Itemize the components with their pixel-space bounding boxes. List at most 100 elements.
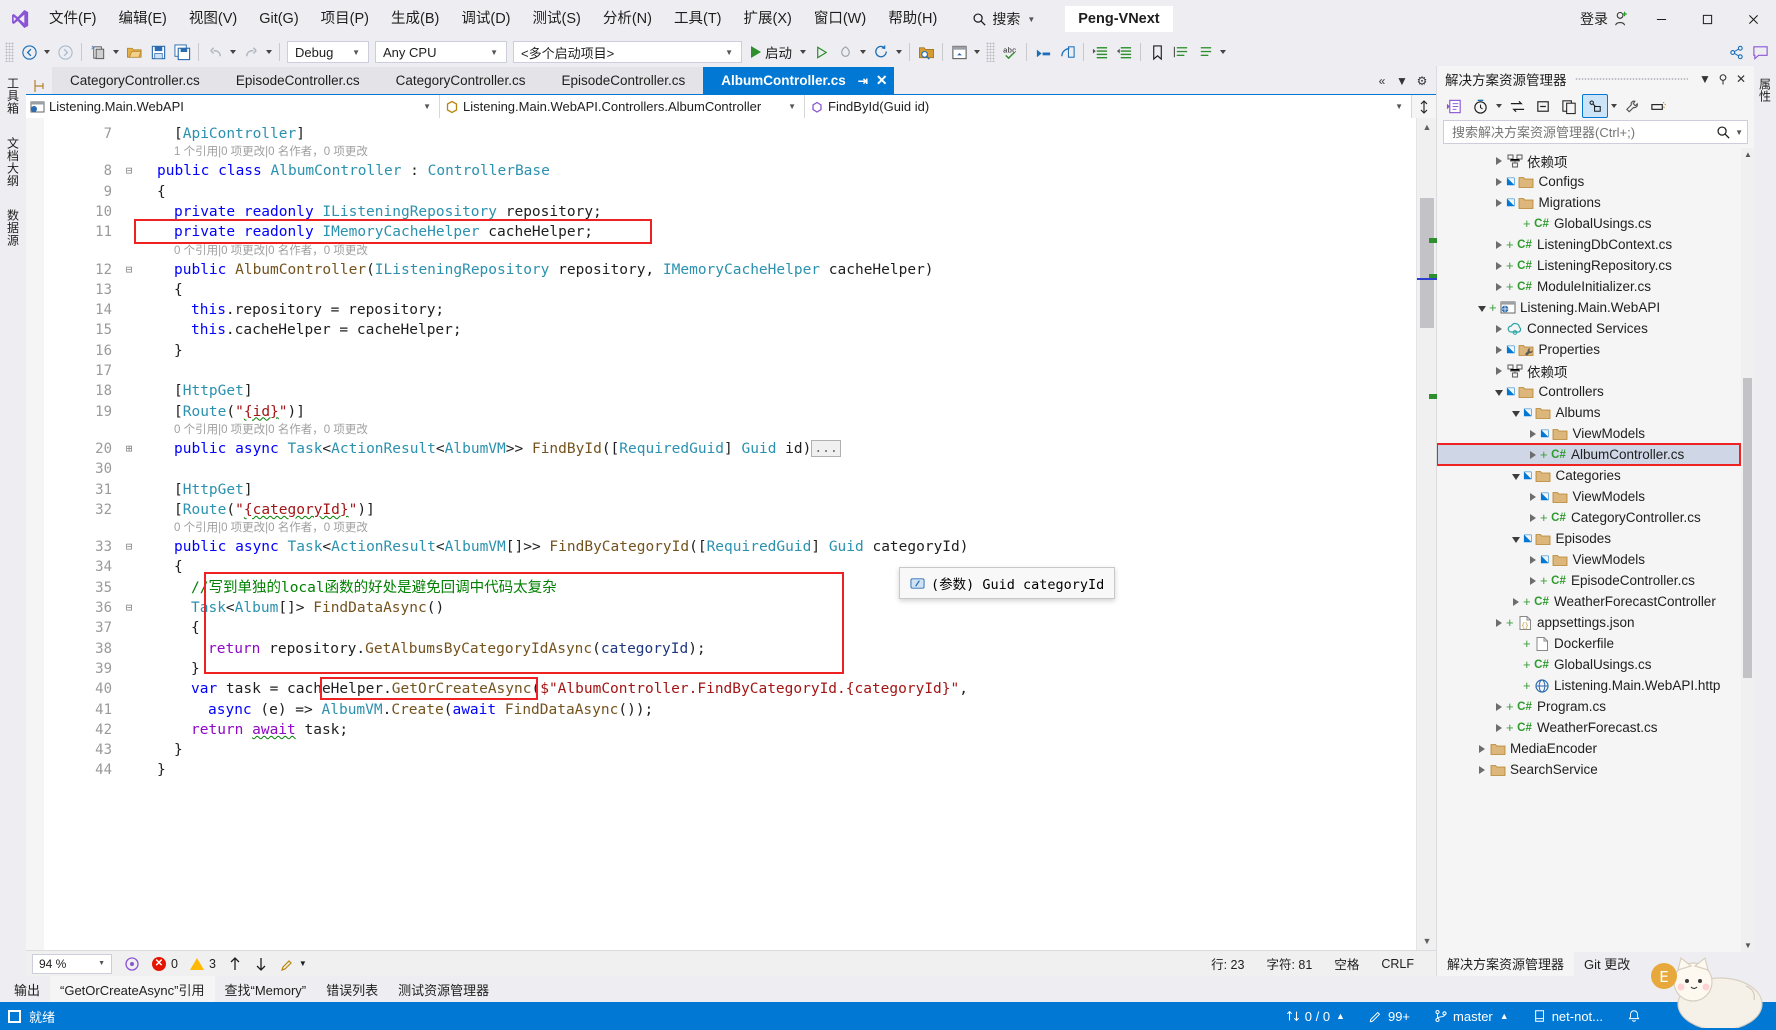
tree-expand-arrow-icon-closed[interactable] (1526, 577, 1540, 585)
code-line[interactable]: 13 { (44, 280, 1416, 300)
search-options-chevron-down-icon[interactable]: ▼ (1735, 128, 1743, 137)
menu-window[interactable]: 窗口(W) (803, 0, 877, 38)
minimize-button[interactable] (1638, 0, 1684, 38)
solution-explorer-search[interactable]: ▼ (1443, 120, 1748, 144)
hot-reload-chevron-down-icon[interactable] (857, 40, 869, 64)
se-scroll-down-arrow-icon[interactable]: ▼ (1744, 941, 1752, 950)
bookmark-button[interactable] (1145, 40, 1169, 64)
code-lens-hint[interactable]: 0 个引用|0 项更改|0 名作者，0 项更改 (44, 422, 1416, 439)
se-tree-item-properties[interactable]: ⬕ Properties (1437, 339, 1754, 360)
tree-expand-arrow-icon-closed[interactable] (1492, 724, 1506, 732)
collapse-region-icon[interactable]: ⊟ (122, 537, 136, 557)
menu-debug[interactable]: 调试(D) (450, 0, 521, 38)
se-show-all-files-button[interactable] (1556, 94, 1582, 118)
menu-build[interactable]: 生成(B) (380, 0, 450, 38)
panel-pin-icon[interactable]: ⚲ (1714, 68, 1732, 90)
document-tab-albumcontroller[interactable]: AlbumController.cs ⇥ ✕ (703, 67, 894, 94)
se-tree-item-globalusings-cs[interactable]: + C# GlobalUsings.cs (1437, 213, 1754, 234)
se-tree-item-listeningdbcontext-cs[interactable]: + C# ListeningDbContext.cs (1437, 234, 1754, 255)
menu-view[interactable]: 视图(V) (178, 0, 248, 38)
tab-list-dropdown-icon[interactable]: ▼ (1392, 69, 1412, 93)
navigate-backward-chevron-down-icon[interactable] (41, 40, 53, 64)
previous-issue-button[interactable] (228, 956, 242, 972)
se-tree-item-controllers[interactable]: ⬕ Controllers (1437, 381, 1754, 402)
menu-file[interactable]: 文件(F) (38, 0, 108, 38)
se-tree-item-appsettings-json[interactable]: + {} appsettings.json (1437, 612, 1754, 633)
code-editor[interactable]: 7 [ApiController] 1 个引用|0 项更改|0 名作者，0 项更改 8… (26, 118, 1437, 950)
start-debug-chevron-down-icon[interactable] (797, 40, 809, 64)
se-tree-item-episodes[interactable]: ⬕ Episodes (1437, 528, 1754, 549)
code-line[interactable]: 39} (44, 659, 1416, 679)
bottom-tab-error-list[interactable]: 错误列表 (316, 976, 388, 1003)
undo-button[interactable] (203, 40, 227, 64)
tab-scroll-left-icon[interactable]: « (1372, 69, 1392, 93)
code-line[interactable]: 19 [Route("{id}")] (44, 402, 1416, 422)
se-tree-item-searchservice[interactable]: SearchService (1437, 759, 1754, 780)
code-line[interactable]: 9{ (44, 182, 1416, 202)
solution-platform-combo[interactable]: Any CPU ▼ (375, 41, 507, 63)
tree-expand-arrow-icon-closed[interactable] (1526, 451, 1540, 459)
tree-expand-arrow-icon-open[interactable] (1509, 535, 1523, 543)
panel-menu-chevron-down-icon[interactable]: ▼ (1696, 68, 1714, 90)
tree-expand-arrow-icon-closed[interactable] (1526, 514, 1540, 522)
code-line[interactable]: 41 async (e) => AlbumVM.Create(await Find… (44, 700, 1416, 720)
document-tab-0[interactable]: CategoryController.cs (52, 67, 218, 94)
spell-check-button[interactable]: abc (998, 40, 1022, 64)
vtab-toolbox[interactable]: 工具箱 (0, 70, 26, 122)
solution-platform-chevron-down-icon[interactable]: ▼ (484, 48, 504, 57)
se-tree-item-listening-main-webapi-http[interactable]: + Listening.Main.WebAPI.http (1437, 675, 1754, 696)
code-lens-hint[interactable]: 1 个引用|0 项更改|0 名作者，0 项更改 (44, 144, 1416, 161)
status-source-control-changes[interactable]: 0 / 0 ▲ (1274, 1002, 1357, 1030)
menu-tools[interactable]: 工具(T) (663, 0, 733, 38)
restart-button[interactable] (869, 40, 893, 64)
se-scroll-up-arrow-icon[interactable]: ▲ (1744, 150, 1752, 159)
tree-expand-arrow-icon-closed[interactable] (1492, 703, 1506, 711)
se-collapse-all-button[interactable] (1530, 94, 1556, 118)
solution-explorer-search-input[interactable] (1452, 124, 1717, 140)
new-project-chevron-down-icon[interactable] (110, 40, 122, 64)
navbar-type-chevron-down-icon[interactable]: ▼ (782, 102, 802, 111)
tree-expand-arrow-icon-closed[interactable] (1492, 283, 1506, 291)
menu-analyze[interactable]: 分析(N) (592, 0, 663, 38)
indent-decrease-button[interactable] (1112, 40, 1136, 64)
toolbar-grip[interactable] (986, 42, 995, 62)
start-without-debugging-button[interactable] (809, 40, 833, 64)
solution-explorer-window-button[interactable] (947, 40, 971, 64)
undo-chevron-down-icon[interactable] (227, 40, 239, 64)
code-line[interactable]: 30 (44, 459, 1416, 479)
code-line[interactable]: 14 this.repository = repository; (44, 300, 1416, 320)
bottom-tab-test-explorer[interactable]: 测试资源管理器 (388, 976, 499, 1003)
expand-region-icon[interactable]: ⊞ (122, 439, 136, 459)
close-tab-icon[interactable]: ✕ (876, 72, 888, 89)
menu-test[interactable]: 测试(S) (522, 0, 592, 38)
navbar-project-combo[interactable]: Listening.Main.WebAPI ▼ (26, 95, 440, 118)
tab-settings-gear-icon[interactable]: ⚙ (1412, 69, 1432, 93)
startup-project-combo[interactable]: <多个启动项目> ▼ (513, 41, 742, 63)
code-line[interactable]: 40 var task = cacheHelper.GetOrCreateAsyn… (44, 679, 1416, 699)
se-sync-with-active-document-button[interactable] (1504, 94, 1530, 118)
indicator-margin[interactable] (26, 118, 44, 950)
se-tree-item-viewmodels[interactable]: ⬕ ViewModels (1437, 423, 1754, 444)
save-button[interactable] (146, 40, 170, 64)
sign-in-button[interactable]: 登录 (1572, 9, 1638, 29)
se-tree-item-listeningrepository-cs[interactable]: + C# ListeningRepository.cs (1437, 255, 1754, 276)
navigate-backward-button[interactable] (17, 40, 41, 64)
zoom-chevron-down-icon[interactable]: ▼ (94, 960, 109, 967)
solution-explorer-tree[interactable]: 依赖项 ⬕ Configs ⬕ Migrations + C# GlobalUsings.cs… (1437, 148, 1754, 952)
step-over-button[interactable] (1055, 40, 1079, 64)
error-count[interactable]: ✕ 0 (152, 956, 178, 971)
status-branch[interactable]: master ▲ (1422, 1002, 1521, 1030)
tree-expand-arrow-icon-closed[interactable] (1492, 346, 1506, 354)
se-tree-item-globalusings-cs[interactable]: + C# GlobalUsings.cs (1437, 654, 1754, 675)
live-share-button[interactable] (1724, 40, 1748, 64)
new-project-button[interactable] (86, 40, 110, 64)
tree-expand-arrow-icon-closed[interactable] (1492, 178, 1506, 186)
zoom-level-combo[interactable]: 94 % ▼ (32, 953, 112, 974)
tree-expand-arrow-icon-open[interactable] (1509, 409, 1523, 417)
tree-expand-arrow-icon-closed[interactable] (1475, 745, 1489, 753)
status-repository[interactable]: net-not... (1521, 1002, 1615, 1030)
menu-edit[interactable]: 编辑(E) (108, 0, 178, 38)
tree-expand-arrow-icon-closed[interactable] (1492, 241, 1506, 249)
code-text-surface[interactable]: 7 [ApiController] 1 个引用|0 项更改|0 名作者，0 项更改 8… (44, 118, 1416, 950)
code-line[interactable]: 32 [Route("{categoryId}")] (44, 500, 1416, 520)
